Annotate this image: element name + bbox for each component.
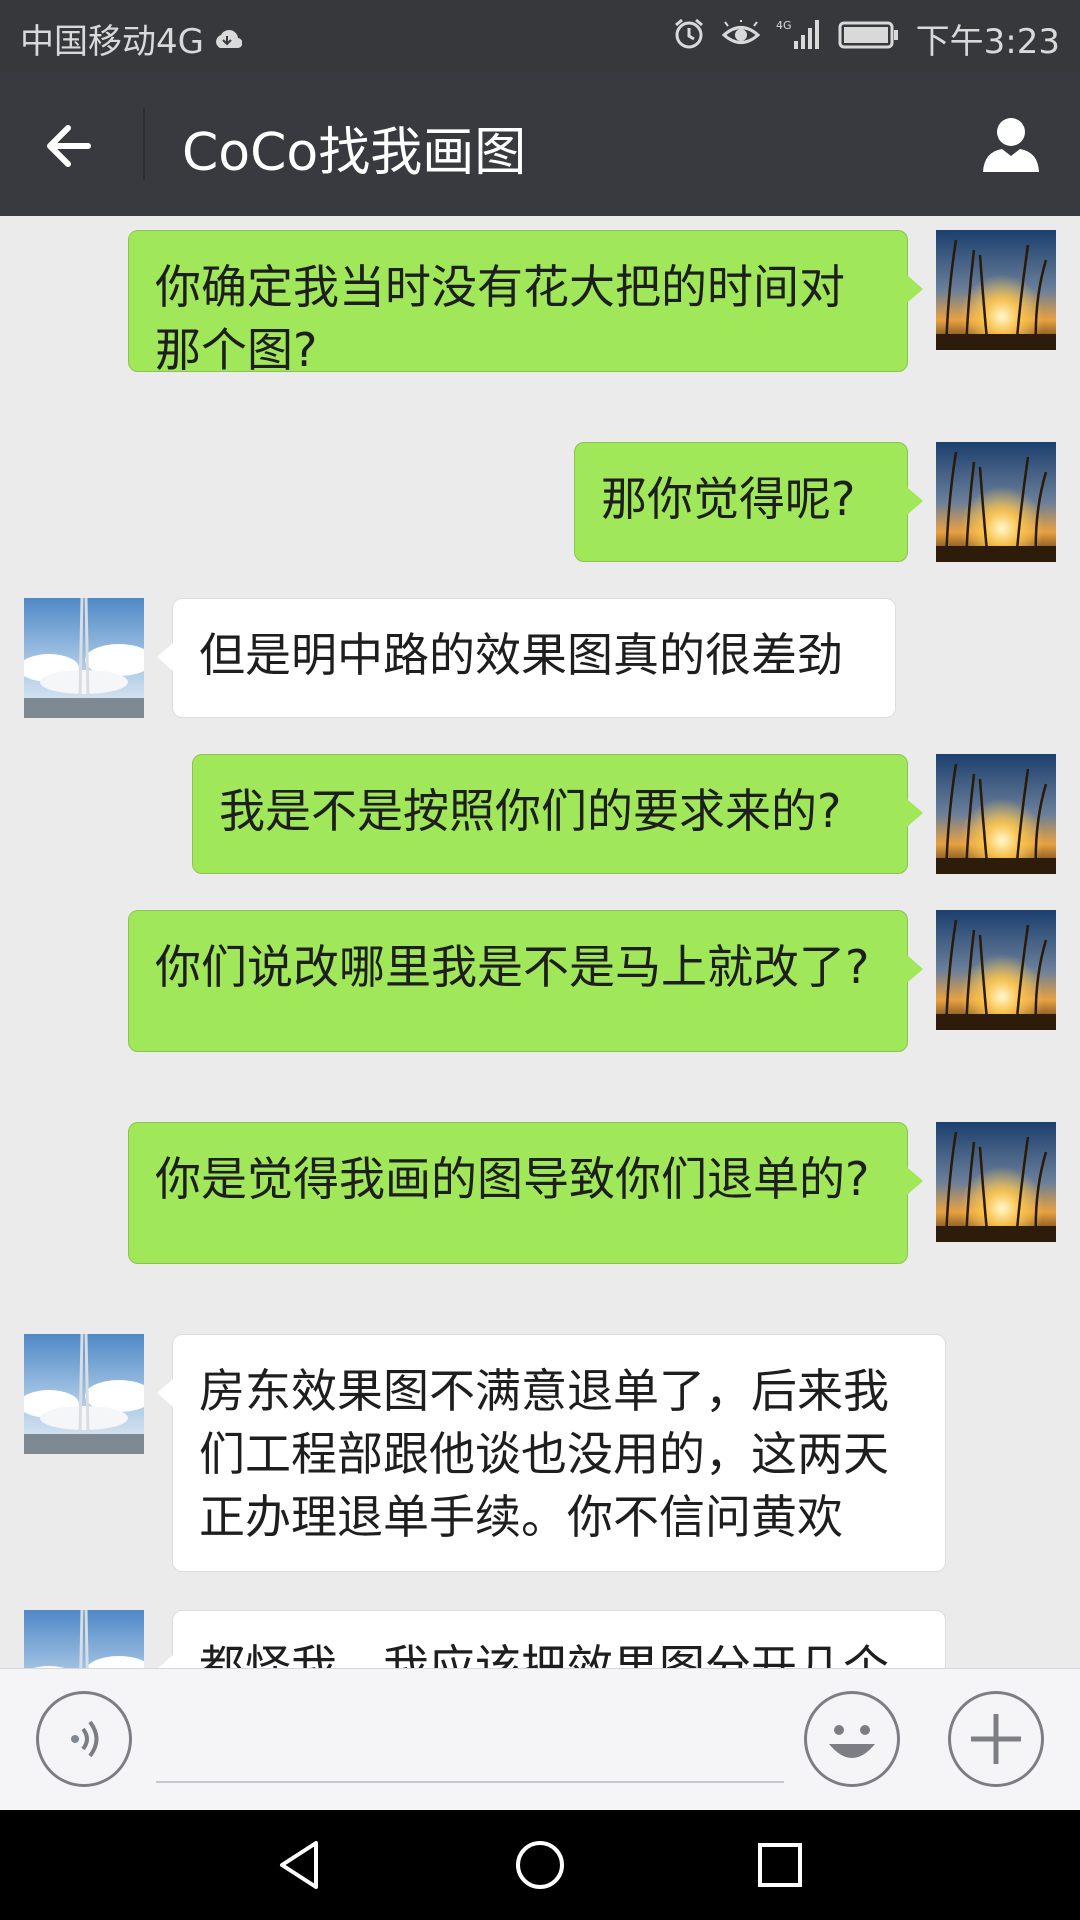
message-text: 你是觉得我画的图导致你们退单的? — [155, 1152, 870, 1206]
sunset-grass-avatar — [936, 442, 1056, 562]
message-text: 房东效果图不满意退单了，后来我们工程部跟他谈也没用的，这两天正办理退单手续。你不… — [199, 1364, 889, 1544]
nav-home-button[interactable] — [512, 1837, 568, 1893]
my-avatar[interactable] — [936, 910, 1056, 1030]
my-avatar[interactable] — [936, 442, 1056, 562]
sunset-grass-avatar — [936, 230, 1056, 350]
message-bubble-sent[interactable]: 你们说改哪里我是不是马上就改了? — [128, 910, 923, 1052]
person-icon — [983, 118, 1039, 172]
message-bubble-received[interactable]: 都怪我，我应该把效果图分开几个 — [157, 1610, 946, 1668]
message-text: 你确定我当时没有花大把的时间对那个图? — [155, 260, 845, 377]
emoji-button[interactable] — [804, 1691, 900, 1787]
sky-tower-avatar — [24, 1610, 144, 1668]
contact-avatar[interactable] — [24, 1334, 144, 1454]
nav-recent-button[interactable] — [752, 1837, 808, 1893]
nav-back-button[interactable] — [272, 1837, 328, 1893]
my-avatar[interactable] — [936, 754, 1056, 874]
sunset-grass-avatar — [936, 910, 1056, 1030]
network-label: 4G — [776, 19, 792, 32]
plus-icon — [971, 1714, 1021, 1764]
home-circle-icon — [516, 1841, 564, 1889]
message-bubble-sent[interactable]: 那你觉得呢? — [574, 442, 923, 562]
header-divider — [143, 108, 145, 180]
message-text: 都怪我，我应该把效果图分开几个 — [199, 1640, 889, 1668]
back-triangle-icon — [280, 1841, 318, 1889]
cloud-icon — [212, 19, 243, 59]
sunset-grass-avatar — [936, 754, 1056, 874]
message-text: 我是不是按照你们的要求来的? — [219, 784, 842, 838]
contact-avatar[interactable] — [24, 598, 144, 718]
arrow-left-icon — [47, 125, 91, 167]
emoji-icon — [829, 1725, 875, 1758]
status-left: 中国移动4G — [20, 14, 243, 63]
message-bubble-sent[interactable]: 你是觉得我画的图导致你们退单的? — [128, 1122, 923, 1264]
voice-icon — [71, 1720, 99, 1758]
battery-icon — [838, 19, 900, 59]
carrier-label: 中国移动4G — [20, 22, 204, 62]
my-avatar[interactable] — [936, 230, 1056, 350]
chat-header: CoCo找我画图 — [0, 72, 1080, 216]
message-bubble-received[interactable]: 房东效果图不满意退单了，后来我们工程部跟他谈也没用的，这两天正办理退单手续。你不… — [157, 1334, 946, 1572]
message-bubble-sent[interactable]: 我是不是按照你们的要求来的? — [192, 754, 923, 874]
my-avatar[interactable] — [936, 1122, 1056, 1242]
contact-avatar[interactable] — [24, 1610, 144, 1668]
message-text: 那你觉得呢? — [601, 472, 856, 526]
message-input[interactable] — [156, 1699, 784, 1783]
alarm-icon — [672, 17, 706, 60]
sunset-grass-avatar — [936, 1122, 1056, 1242]
eye-icon — [721, 19, 760, 59]
status-right: 4G 下午3:23 — [672, 14, 1060, 63]
message-text: 但是明中路的效果图真的很差劲 — [199, 628, 843, 682]
input-bar — [0, 1668, 1080, 1811]
status-time: 下午3:23 — [915, 22, 1060, 62]
sky-tower-avatar — [24, 1334, 144, 1454]
message-text: 你们说改哪里我是不是马上就改了? — [155, 940, 870, 994]
recent-square-icon — [758, 1843, 802, 1887]
voice-button[interactable] — [36, 1691, 132, 1787]
chat-info-button[interactable] — [978, 112, 1044, 178]
chat-title: CoCo找我画图 — [182, 123, 527, 183]
signal-icon: 4G — [776, 17, 822, 60]
back-button[interactable] — [40, 116, 100, 176]
chat-message-list[interactable]: 你确定我当时没有花大把的时间对那个图? 那你觉得呢? 但是明中路的效果图真的很差… — [0, 216, 1080, 1668]
sky-tower-avatar — [24, 598, 144, 718]
system-nav-bar — [0, 1810, 1080, 1920]
more-button[interactable] — [948, 1691, 1044, 1787]
message-bubble-sent[interactable]: 你确定我当时没有花大把的时间对那个图? — [128, 230, 923, 377]
status-bar: 中国移动4G 4G 下午3:23 — [0, 0, 1080, 72]
message-bubble-received[interactable]: 但是明中路的效果图真的很差劲 — [157, 598, 896, 718]
